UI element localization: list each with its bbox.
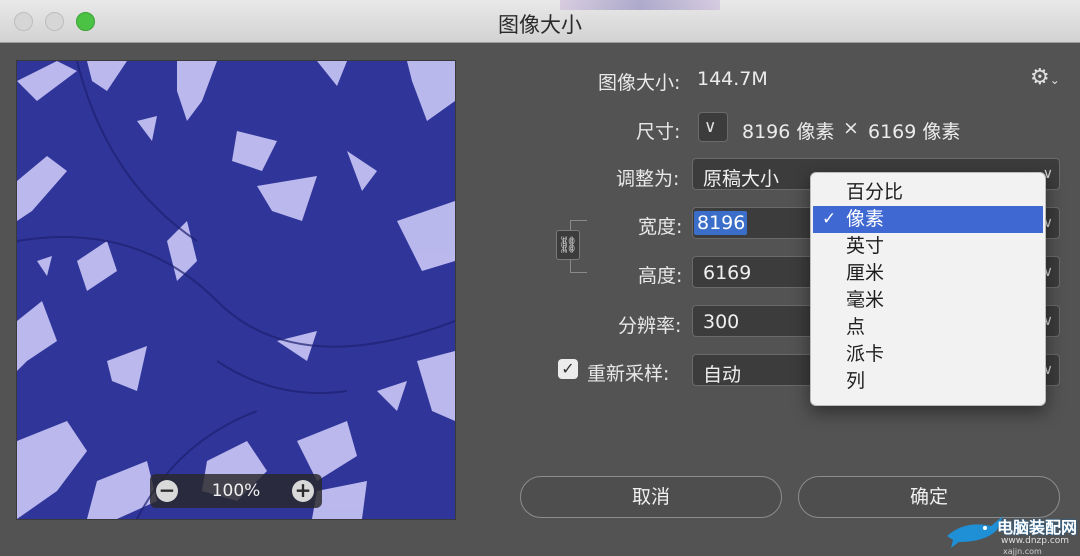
image-size-label: 图像大小:	[598, 72, 681, 94]
image-size-value: 144.7M	[697, 68, 768, 90]
constrain-proportions-link-icon[interactable]: ⛓	[556, 230, 580, 260]
menu-item-inches[interactable]: 英寸	[813, 233, 1043, 260]
width-label: 宽度:	[638, 216, 683, 238]
width-value-selected[interactable]: 8196	[694, 211, 747, 235]
checkmark-icon: ✓	[822, 209, 837, 229]
dimensions-unit-toggle[interactable]: ∨	[698, 112, 728, 142]
site-watermark: 电脑装配网 www.dnzp.com xajjn.com	[945, 508, 1080, 556]
dimensions-height: 6169 像素	[868, 121, 961, 143]
menu-item-picas[interactable]: 派卡	[813, 341, 1043, 368]
zoom-out-button[interactable]: −	[156, 480, 178, 502]
zoom-level: 100%	[211, 481, 261, 501]
menu-item-pixels[interactable]: ✓ 像素	[813, 206, 1043, 233]
resample-value: 自动	[703, 364, 742, 386]
zoom-control: − 100% +	[150, 474, 322, 508]
watermark-url: www.dnzp.com	[1001, 536, 1070, 546]
zoom-in-button[interactable]: +	[292, 480, 314, 502]
shark-logo-icon	[947, 516, 1003, 548]
menu-item-columns[interactable]: 列	[813, 368, 1043, 395]
dimensions-label: 尺寸:	[636, 121, 681, 143]
window-title: 图像大小	[498, 13, 582, 37]
height-value: 6169	[703, 262, 752, 284]
unit-dropdown-menu: 百分比 ✓ 像素 英寸 厘米 毫米 点 派卡 列	[810, 172, 1046, 406]
link-bracket-bottom	[570, 258, 587, 273]
cancel-button[interactable]: 取消	[520, 476, 782, 518]
height-label: 高度:	[638, 265, 683, 287]
menu-item-points[interactable]: 点	[813, 314, 1043, 341]
menu-item-millimeters[interactable]: 毫米	[813, 287, 1043, 314]
fit-to-value: 原稿大小	[703, 168, 780, 190]
menu-item-centimeters[interactable]: 厘米	[813, 260, 1043, 287]
resolution-value: 300	[703, 311, 740, 333]
resample-label: 重新采样:	[587, 363, 670, 385]
preview-texture	[17, 61, 455, 519]
menu-item-percent[interactable]: 百分比	[813, 179, 1043, 206]
dimensions-width: 8196 像素	[742, 121, 835, 143]
watermark-title: 电脑装配网	[997, 518, 1078, 537]
dimensions-times: ×	[843, 117, 859, 139]
gear-icon[interactable]: ⚙⌄	[1030, 65, 1060, 90]
image-preview[interactable]	[16, 60, 456, 520]
resample-checkbox[interactable]: ✓	[558, 359, 578, 379]
resolution-label: 分辨率:	[618, 315, 682, 337]
chevron-down-icon: ∨	[704, 117, 717, 137]
fit-to-label: 调整为:	[616, 168, 680, 190]
title-bar: 图像大小	[0, 0, 1080, 43]
